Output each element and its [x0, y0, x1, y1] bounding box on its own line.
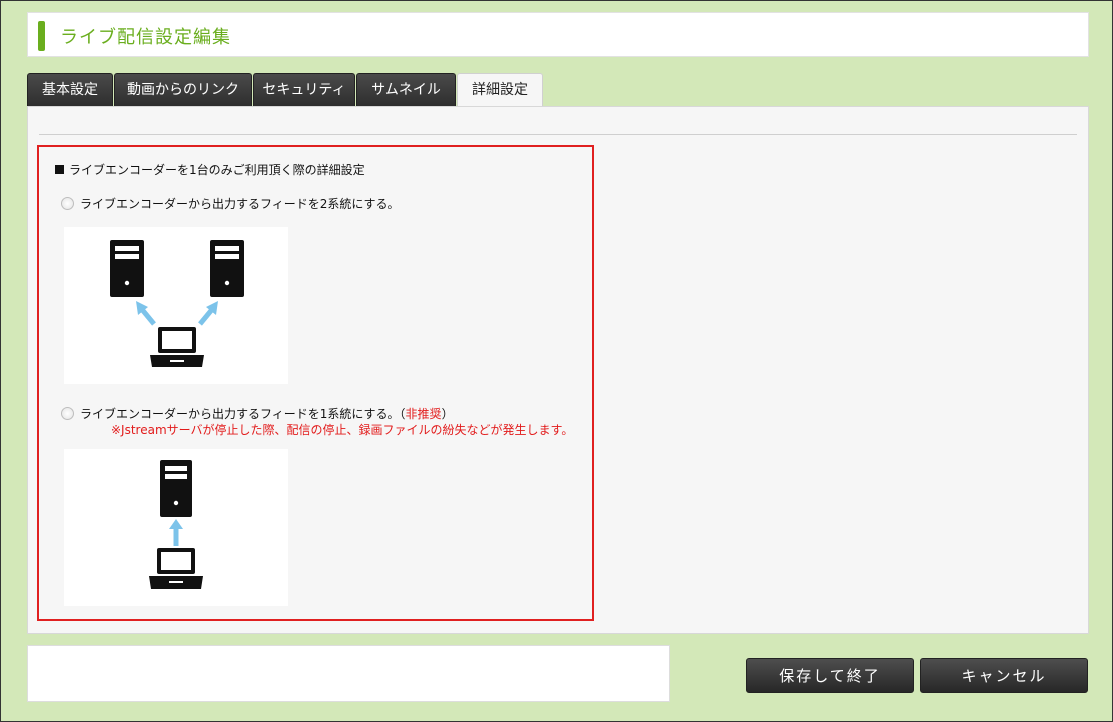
server-icon	[160, 460, 192, 517]
tab-advanced-settings[interactable]: 詳細設定	[457, 73, 543, 107]
arrow-icon	[169, 519, 183, 546]
tab-video-link[interactable]: 動画からのリンク	[114, 73, 252, 106]
laptop-icon	[149, 548, 203, 589]
square-bullet-icon	[55, 165, 64, 174]
section-heading: ライブエンコーダーを1台のみご利用頂く際の詳細設定	[55, 161, 365, 178]
option-note-close-paren: ）	[441, 407, 454, 421]
option-single-feed[interactable]: ライブエンコーダーから出力するフィードを1系統にする。（非推奨）	[61, 405, 454, 422]
cancel-button[interactable]: キャンセル	[920, 658, 1088, 693]
radio-single-feed[interactable]	[61, 407, 74, 420]
option-single-feed-label: ライブエンコーダーから出力するフィードを1系統にする。	[80, 407, 400, 421]
save-and-exit-button[interactable]: 保存して終了	[746, 658, 914, 693]
laptop-icon	[150, 327, 204, 367]
option-dual-feed-label: ライブエンコーダーから出力するフィードを2系統にする。	[80, 197, 400, 211]
single-feed-diagram	[64, 449, 288, 606]
title-accent-bar	[38, 21, 45, 51]
arrow-icon	[136, 301, 156, 326]
page-title: ライブ配信設定編集	[60, 27, 231, 48]
divider	[39, 134, 1077, 135]
radio-dual-feed[interactable]	[61, 197, 74, 210]
settings-panel: ライブエンコーダーを1台のみご利用頂く際の詳細設定 ライブエンコーダーから出力す…	[27, 106, 1089, 634]
tab-security[interactable]: セキュリティ	[253, 73, 355, 106]
arrow-icon	[198, 301, 218, 326]
message-area	[27, 645, 670, 702]
server-icon	[210, 240, 244, 297]
tab-basic-settings[interactable]: 基本設定	[27, 73, 113, 106]
warning-text: ※Jstreamサーバが停止した際、配信の停止、録画ファイルの紛失などが発生しま…	[111, 423, 574, 437]
not-recommended-note: 非推奨	[405, 407, 442, 421]
dual-feed-diagram	[64, 227, 288, 384]
option-dual-feed[interactable]: ライブエンコーダーから出力するフィードを2系統にする。	[61, 195, 400, 212]
section-heading-text: ライブエンコーダーを1台のみご利用頂く際の詳細設定	[69, 163, 365, 177]
highlight-box: ライブエンコーダーを1台のみご利用頂く際の詳細設定 ライブエンコーダーから出力す…	[37, 145, 594, 621]
title-bar: ライブ配信設定編集	[27, 12, 1089, 57]
tab-thumbnail[interactable]: サムネイル	[356, 73, 456, 106]
server-icon	[110, 240, 144, 297]
